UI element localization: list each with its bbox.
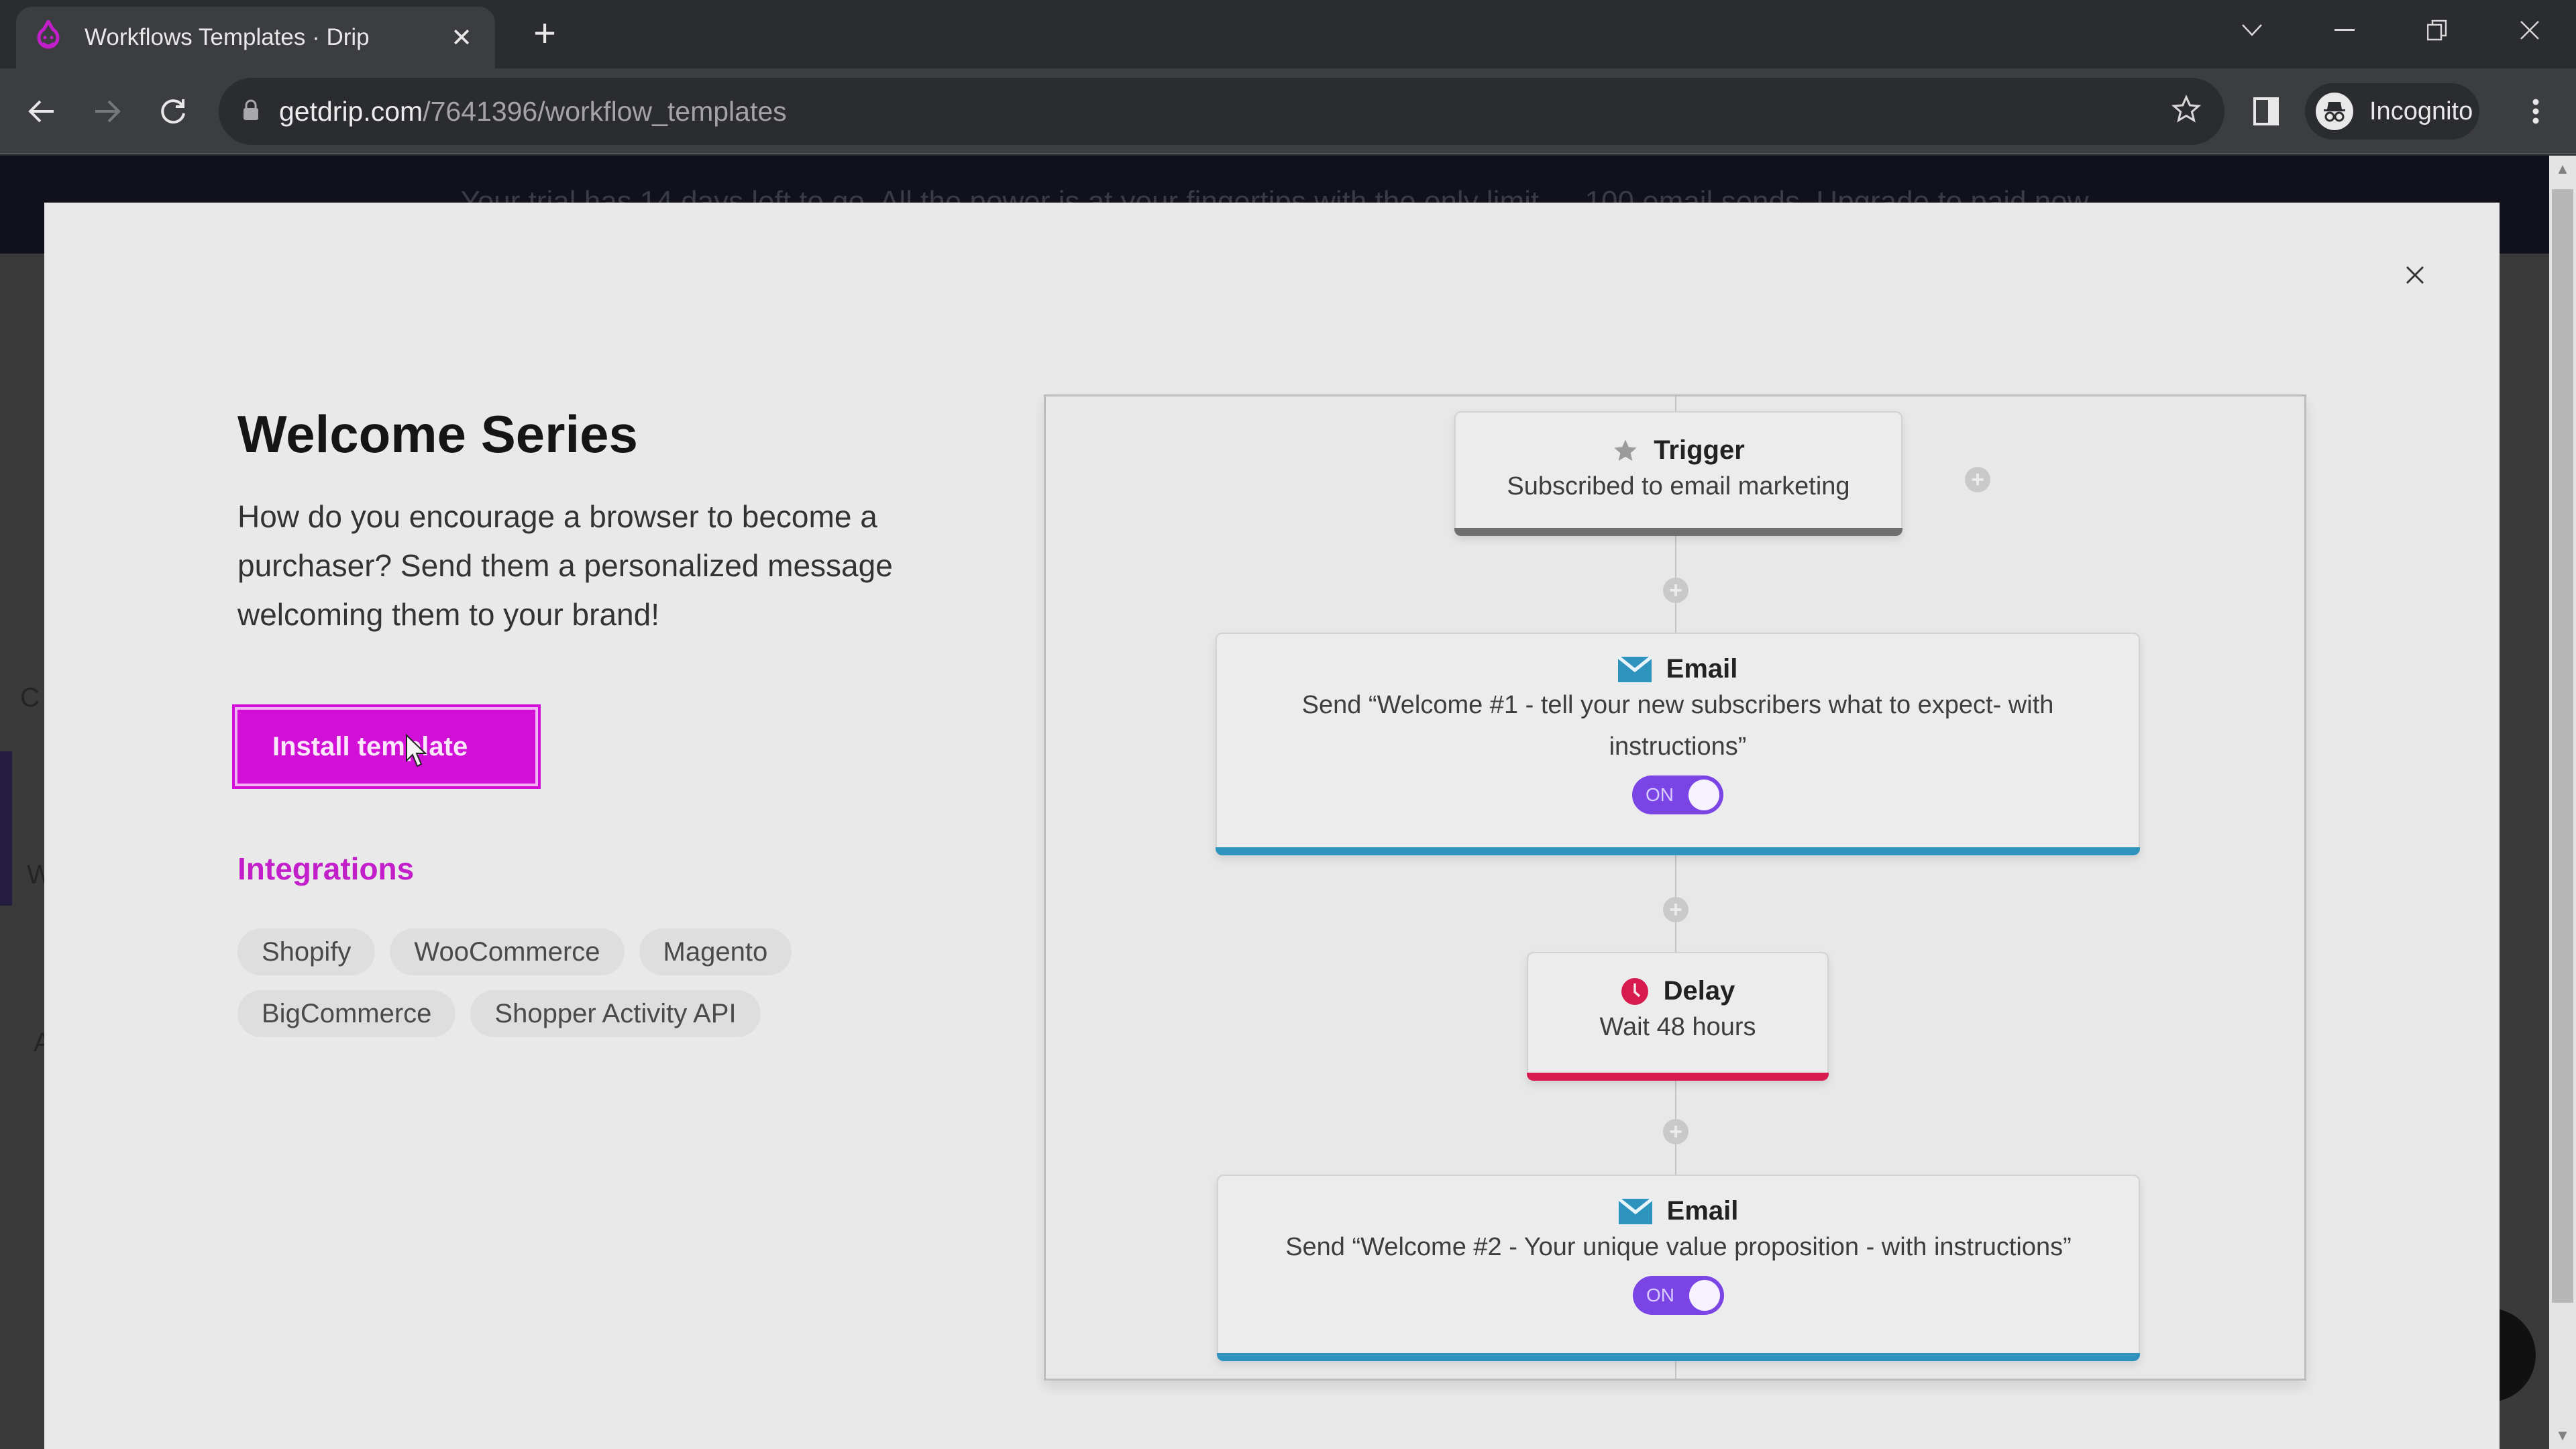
- incognito-label: Incognito: [2369, 97, 2473, 125]
- minimize-icon: [2334, 29, 2355, 31]
- bookmark-star-icon[interactable]: [2171, 94, 2202, 128]
- envelope-icon: [1618, 1198, 1652, 1224]
- side-panel-icon: [2253, 97, 2279, 125]
- toggle-label: ON: [1646, 1285, 1674, 1305]
- add-step-plus-icon[interactable]: +: [1663, 578, 1688, 603]
- address-bar[interactable]: getdrip.com/7641396/workflow_templates: [219, 78, 2224, 145]
- scroll-down-arrow-icon[interactable]: ▼: [2549, 1422, 2576, 1449]
- add-branch-plus-icon[interactable]: +: [1965, 467, 1990, 492]
- url-host: getdrip.com: [279, 95, 423, 127]
- integration-chip-bigcommerce[interactable]: BigCommerce: [237, 990, 456, 1037]
- node-status-bar: [1527, 1073, 1829, 1081]
- node-title: Email: [1666, 654, 1738, 684]
- back-button[interactable]: [20, 90, 63, 133]
- modal-close-button[interactable]: [2395, 255, 2435, 295]
- side-panel-button[interactable]: [2245, 90, 2288, 133]
- workflow-node-email-1[interactable]: Email Send “Welcome #1 - tell your new s…: [1216, 633, 2140, 855]
- install-template-button[interactable]: Install template: [232, 704, 541, 789]
- node-title: Delay: [1663, 976, 1735, 1006]
- star-icon: [1612, 437, 1639, 464]
- browser-toolbar: getdrip.com/7641396/workflow_templates I…: [0, 68, 2576, 154]
- tab-search-button[interactable]: [2206, 0, 2298, 60]
- node-status-bar: [1454, 528, 1902, 536]
- arrow-left-icon: [28, 100, 54, 123]
- url-path: /7641396/workflow_templates: [423, 95, 787, 127]
- incognito-icon: [2316, 93, 2353, 130]
- template-title: Welcome Series: [237, 405, 638, 464]
- forward-button[interactable]: [86, 90, 129, 133]
- add-step-plus-icon[interactable]: +: [1663, 1119, 1688, 1144]
- integration-chip-woocommerce[interactable]: WooCommerce: [390, 928, 625, 975]
- template-modal: Welcome Series How do you encourage a br…: [44, 203, 2500, 1449]
- window-controls: [2206, 0, 2576, 60]
- email-2-on-toggle[interactable]: ON: [1633, 1276, 1724, 1315]
- integration-chip-shopper-activity-api[interactable]: Shopper Activity API: [470, 990, 761, 1037]
- integration-chip-shopify[interactable]: Shopify: [237, 928, 376, 975]
- node-title: Email: [1666, 1196, 1739, 1226]
- integrations-heading: Integrations: [237, 851, 415, 886]
- clock-icon: [1621, 977, 1649, 1006]
- close-icon: [2520, 21, 2539, 40]
- arrow-right-icon: [95, 100, 121, 123]
- close-icon: [2406, 266, 2424, 284]
- node-text: Subscribed to email marketing: [1507, 472, 1850, 500]
- integrations-list: Shopify WooCommerce Magento BigCommerce …: [237, 928, 908, 1037]
- template-description: How do you encourage a browser to become…: [237, 499, 893, 632]
- toggle-knob: [1689, 1280, 1720, 1311]
- node-status-bar: [1216, 847, 2140, 855]
- tab-title: Workflows Templates · Drip: [85, 24, 370, 50]
- sidebar-active-indicator: [0, 751, 12, 906]
- scroll-up-arrow-icon[interactable]: ▲: [2549, 156, 2576, 182]
- email-1-on-toggle[interactable]: ON: [1632, 775, 1723, 814]
- workflow-diagram: Trigger Subscribed to email marketing + …: [1044, 394, 2306, 1381]
- reload-icon: [161, 99, 185, 124]
- envelope-icon: [1617, 656, 1652, 682]
- workflow-node-trigger[interactable]: Trigger Subscribed to email marketing: [1454, 411, 1902, 536]
- incognito-profile-button[interactable]: Incognito: [2305, 83, 2479, 140]
- tab-close-icon[interactable]: ✕: [447, 23, 476, 53]
- minimize-button[interactable]: [2298, 0, 2391, 60]
- restore-button[interactable]: [2391, 0, 2483, 60]
- browser-titlebar: Workflows Templates · Drip ✕ +: [0, 0, 2576, 68]
- browser-menu-button[interactable]: [2514, 90, 2557, 133]
- workflow-node-delay[interactable]: Delay Wait 48 hours: [1527, 952, 1829, 1081]
- close-window-button[interactable]: [2483, 0, 2576, 60]
- toggle-label: ON: [1646, 784, 1674, 805]
- toggle-knob: [1688, 780, 1719, 810]
- restore-icon: [2427, 19, 2447, 41]
- chevron-down-icon: [2242, 24, 2262, 36]
- node-status-bar: [1217, 1353, 2140, 1361]
- integration-chip-magento[interactable]: Magento: [639, 928, 792, 975]
- node-text: Send “Welcome #1 - tell your new subscri…: [1301, 691, 2054, 761]
- page-scrollbar[interactable]: ▲ ▼: [2549, 156, 2576, 1449]
- node-text: Wait 48 hours: [1599, 1013, 1756, 1041]
- ghost-text: C: [20, 683, 40, 712]
- new-tab-button[interactable]: +: [525, 14, 565, 55]
- browser-tab-active[interactable]: Workflows Templates · Drip ✕: [16, 7, 495, 68]
- node-title: Trigger: [1654, 435, 1745, 465]
- scroll-thumb[interactable]: [2552, 189, 2573, 1303]
- mouse-cursor-icon: [406, 734, 427, 767]
- lock-icon: [243, 99, 259, 124]
- reload-button[interactable]: [152, 90, 195, 133]
- add-step-plus-icon[interactable]: +: [1663, 897, 1688, 922]
- workflow-node-email-2[interactable]: Email Send “Welcome #2 - Your unique val…: [1217, 1175, 2140, 1361]
- more-vert-icon: [2532, 99, 2539, 124]
- drip-favicon-icon: [35, 19, 62, 56]
- node-text: Send “Welcome #2 - Your unique value pro…: [1285, 1233, 2072, 1261]
